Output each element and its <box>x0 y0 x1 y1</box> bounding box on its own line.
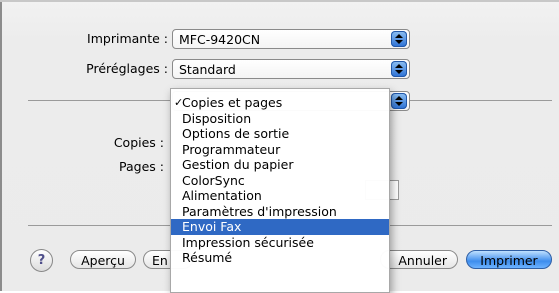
menu-item-send-fax[interactable]: Envoi Fax <box>171 219 389 235</box>
pane-menu: ✓ Copies et pages Disposition Options de… <box>170 88 390 293</box>
menu-item-output-options[interactable]: Options de sortie <box>171 126 389 142</box>
menu-item-summary[interactable]: Résumé <box>171 250 389 266</box>
printer-popup[interactable]: MFC-9420CN <box>172 29 410 49</box>
popup-stepper-icon <box>391 93 407 109</box>
menu-item-secure-print[interactable]: Impression sécurisée <box>171 235 389 251</box>
printer-label: Imprimante : <box>87 31 168 46</box>
popup-stepper-icon <box>391 31 407 47</box>
separator-left <box>28 100 172 101</box>
printer-value: MFC-9420CN <box>179 32 261 47</box>
separator-right <box>410 100 552 101</box>
print-dialog: Imprimante : MFC-9420CN Préréglages : St… <box>0 0 559 293</box>
presets-value: Standard <box>179 62 236 77</box>
check-icon: ✓ <box>174 96 184 109</box>
cancel-button[interactable]: Annuler <box>380 250 458 269</box>
preview-button[interactable]: Aperçu <box>70 250 136 269</box>
print-button[interactable]: Imprimer <box>466 250 552 269</box>
menu-item-paper-handling[interactable]: Gestion du papier <box>171 157 389 173</box>
pages-label: Pages : <box>119 159 164 174</box>
copies-label: Copies : <box>113 135 164 150</box>
menu-item-copies-pages[interactable]: ✓ Copies et pages <box>171 95 389 111</box>
menu-item-colorsync[interactable]: ColorSync <box>171 173 389 189</box>
menu-item-print-settings[interactable]: Paramètres d'impression <box>171 204 389 220</box>
presets-popup[interactable]: Standard <box>172 59 410 79</box>
menu-item-scheduler[interactable]: Programmateur <box>171 142 389 158</box>
popup-stepper-icon <box>391 61 407 77</box>
menu-item-layout[interactable]: Disposition <box>171 111 389 127</box>
presets-label: Préréglages : <box>86 61 168 76</box>
menu-item-paper-feed[interactable]: Alimentation <box>171 188 389 204</box>
help-icon[interactable]: ? <box>30 249 53 272</box>
